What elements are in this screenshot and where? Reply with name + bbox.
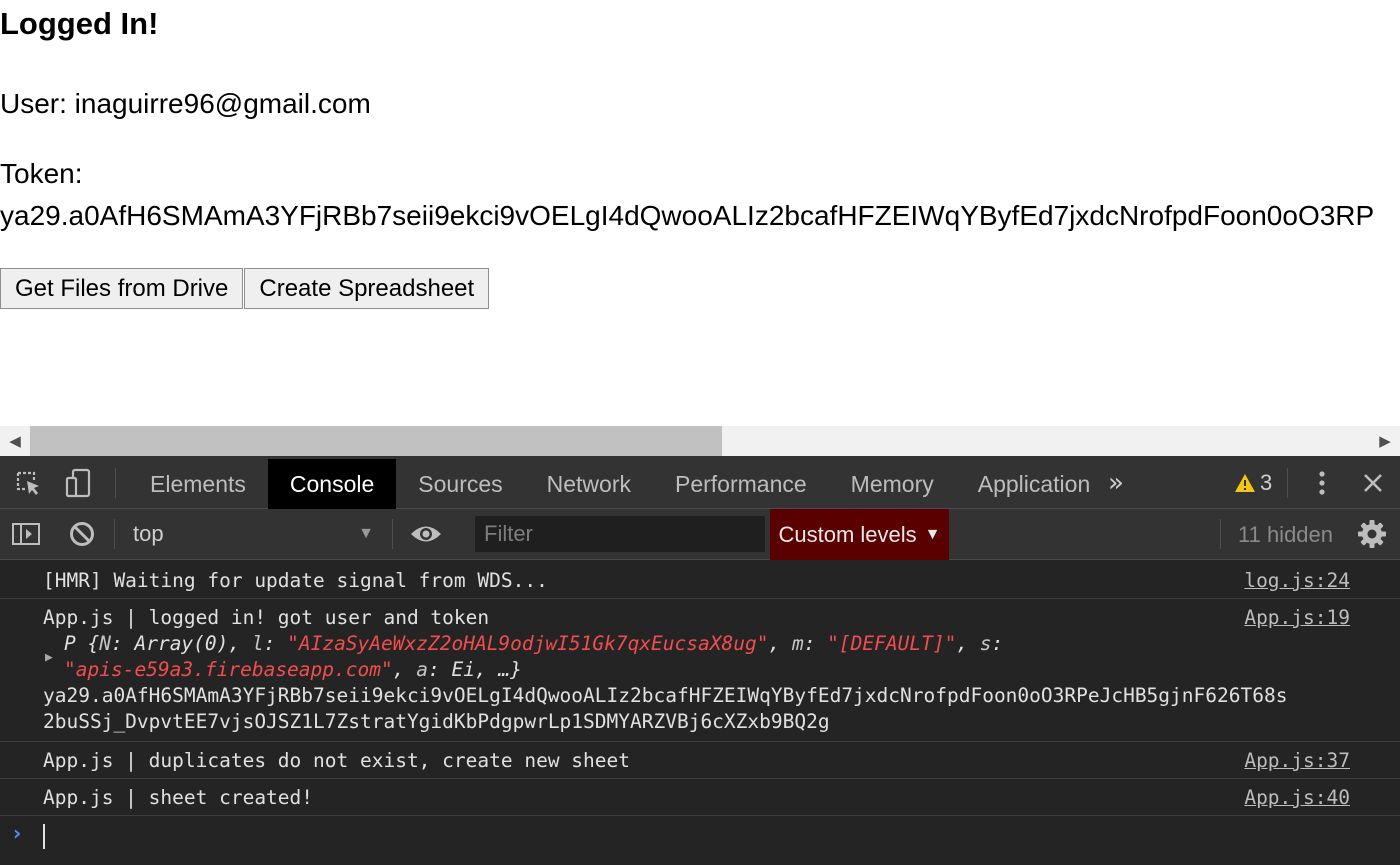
caret-down-icon: ▼ xyxy=(358,525,374,542)
devtools-tabs: Elements Console Sources Network Perform… xyxy=(128,459,1112,509)
hidden-messages-count: 11 hidden xyxy=(1238,521,1334,547)
scroll-right-arrow-icon[interactable]: ▶ xyxy=(1370,426,1400,456)
sidebar-toggle-icon[interactable] xyxy=(10,518,42,550)
token-output-line: 2buSSj_DvpvtEE7vjsOJSZ1L7ZstratYgidKbPdg… xyxy=(43,710,830,733)
object-preview-line[interactable]: P {N: Array(0), l: "AIzaSyAeWxzZ2oHAL9od… xyxy=(64,631,1003,657)
expand-object-icon[interactable]: ▶ xyxy=(45,645,53,671)
log-levels-label: Custom levels xyxy=(778,521,917,547)
device-toolbar-icon[interactable] xyxy=(62,467,94,499)
page-title: Logged In! xyxy=(0,6,159,41)
console-message: App.js | sheet created! App.js:40 xyxy=(0,779,1400,816)
console-message: App.js | duplicates do not exist, create… xyxy=(0,742,1400,779)
close-icon[interactable] xyxy=(1357,467,1389,499)
tab-memory[interactable]: Memory xyxy=(829,459,956,509)
more-tabs-icon[interactable]: » xyxy=(1100,467,1132,499)
tab-application[interactable]: Application xyxy=(956,459,1113,509)
kebab-menu-icon[interactable] xyxy=(1306,467,1338,499)
message-text: App.js | duplicates do not exist, create… xyxy=(43,749,630,772)
console-messages: [HMR] Waiting for update signal from WDS… xyxy=(0,560,1400,856)
create-spreadsheet-button[interactable]: Create Spreadsheet xyxy=(244,268,490,309)
token-output-line: ya29.a0AfH6SMAmA3YFjRBb7seii9ekci9vOELgI… xyxy=(43,684,1288,707)
get-files-button[interactable]: Get Files from Drive xyxy=(0,268,244,309)
warning-icon xyxy=(1235,474,1255,492)
message-text: [HMR] Waiting for update signal from WDS… xyxy=(43,569,548,592)
context-select[interactable]: top ▼ xyxy=(118,514,380,554)
message-text: App.js | logged in! got user and token xyxy=(43,606,490,629)
context-value: top xyxy=(133,521,164,546)
token-value: ya29.a0AfH6SMAmA3YFjRBb7seii9ekci9vOELgI… xyxy=(0,200,1375,231)
message-source-link[interactable]: App.js:19 xyxy=(1244,605,1350,631)
devtools-tab-bar: Elements Console Sources Network Perform… xyxy=(0,456,1400,509)
message-text: App.js | sheet created! xyxy=(43,786,314,809)
clear-console-icon[interactable] xyxy=(66,518,98,550)
horizontal-scrollbar[interactable]: ◀ ▶ xyxy=(0,426,1400,456)
scroll-left-arrow-icon[interactable]: ◀ xyxy=(0,426,30,456)
eye-icon[interactable] xyxy=(410,518,442,550)
gear-icon[interactable] xyxy=(1356,518,1388,550)
warning-badge[interactable]: 3 xyxy=(1234,468,1272,498)
object-preview-line[interactable]: "apis-e59a3.firebaseapp.com", a: Ei, …} xyxy=(64,657,522,683)
toolbar-divider xyxy=(114,519,115,549)
devtools-panel: Elements Console Sources Network Perform… xyxy=(0,456,1400,865)
tab-performance[interactable]: Performance xyxy=(653,459,829,509)
tab-elements[interactable]: Elements xyxy=(128,459,268,509)
message-source-link[interactable]: App.js:37 xyxy=(1244,748,1350,774)
console-toolbar: top ▼ Custom levels ▼ 11 hidden xyxy=(0,509,1400,560)
tab-console[interactable]: Console xyxy=(267,459,397,509)
toolbar-divider xyxy=(1220,519,1221,549)
prompt-chevron-icon: › xyxy=(13,821,22,845)
message-source-link[interactable]: log.js:24 xyxy=(1244,568,1350,594)
console-message: App.js | logged in! got user and token A… xyxy=(0,599,1400,742)
toolbar-divider xyxy=(392,519,393,549)
action-buttons: Get Files from Drive Create Spreadsheet xyxy=(0,268,490,309)
log-levels-dropdown[interactable]: Custom levels ▼ xyxy=(770,509,949,560)
tab-network[interactable]: Network xyxy=(525,459,653,509)
token-label: Token: xyxy=(0,158,83,189)
caret-down-icon: ▼ xyxy=(924,525,941,543)
filter-input[interactable] xyxy=(475,516,765,552)
console-prompt[interactable]: › xyxy=(0,816,1400,856)
inspect-element-icon[interactable] xyxy=(12,467,44,499)
message-source-link[interactable]: App.js:40 xyxy=(1244,785,1350,811)
console-message: [HMR] Waiting for update signal from WDS… xyxy=(0,560,1400,599)
warning-count: 3 xyxy=(1260,470,1273,495)
toolbar-divider xyxy=(115,468,116,498)
scroll-thumb[interactable] xyxy=(30,426,722,456)
text-caret xyxy=(43,824,45,849)
tab-sources[interactable]: Sources xyxy=(396,459,524,509)
page-content: Logged In! User: inaguirre96@gmail.com T… xyxy=(0,0,1400,426)
toolbar-divider xyxy=(1287,468,1288,498)
user-email-line: User: inaguirre96@gmail.com xyxy=(0,88,371,119)
